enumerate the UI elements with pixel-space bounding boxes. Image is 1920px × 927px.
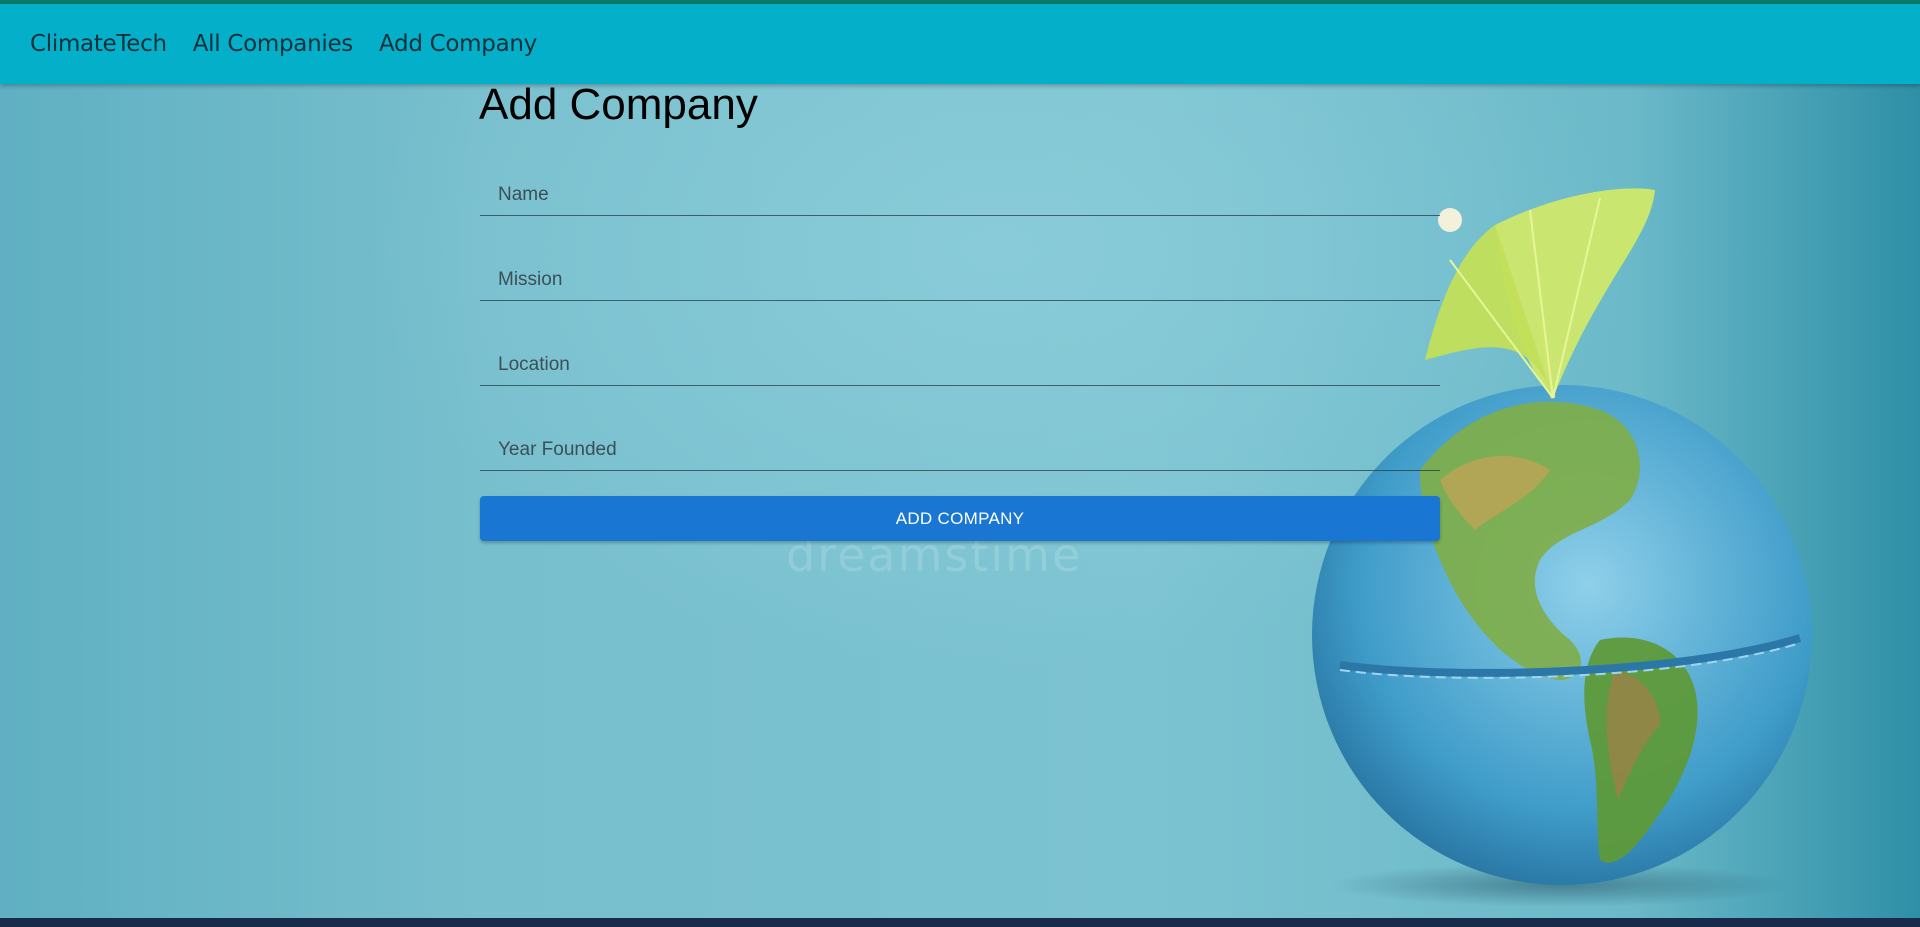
page-title: Add Company: [479, 80, 758, 129]
mission-input[interactable]: [480, 245, 1440, 300]
nav-link-all-companies[interactable]: All Companies: [193, 31, 354, 57]
taskbar-strip: [0, 918, 1920, 927]
add-company-button[interactable]: ADD COMPANY: [480, 496, 1440, 541]
year-founded-input[interactable]: [480, 415, 1440, 470]
navbar: ClimateTech All Companies Add Company: [0, 4, 1920, 84]
location-field-wrapper: [480, 330, 1440, 386]
brand-link[interactable]: ClimateTech: [30, 31, 167, 57]
mission-field-wrapper: [480, 245, 1440, 301]
name-input[interactable]: [480, 160, 1440, 215]
nav-link-add-company[interactable]: Add Company: [379, 31, 537, 57]
year-founded-field-wrapper: [480, 415, 1440, 471]
name-field-wrapper: [480, 160, 1440, 216]
location-input[interactable]: [480, 330, 1440, 385]
